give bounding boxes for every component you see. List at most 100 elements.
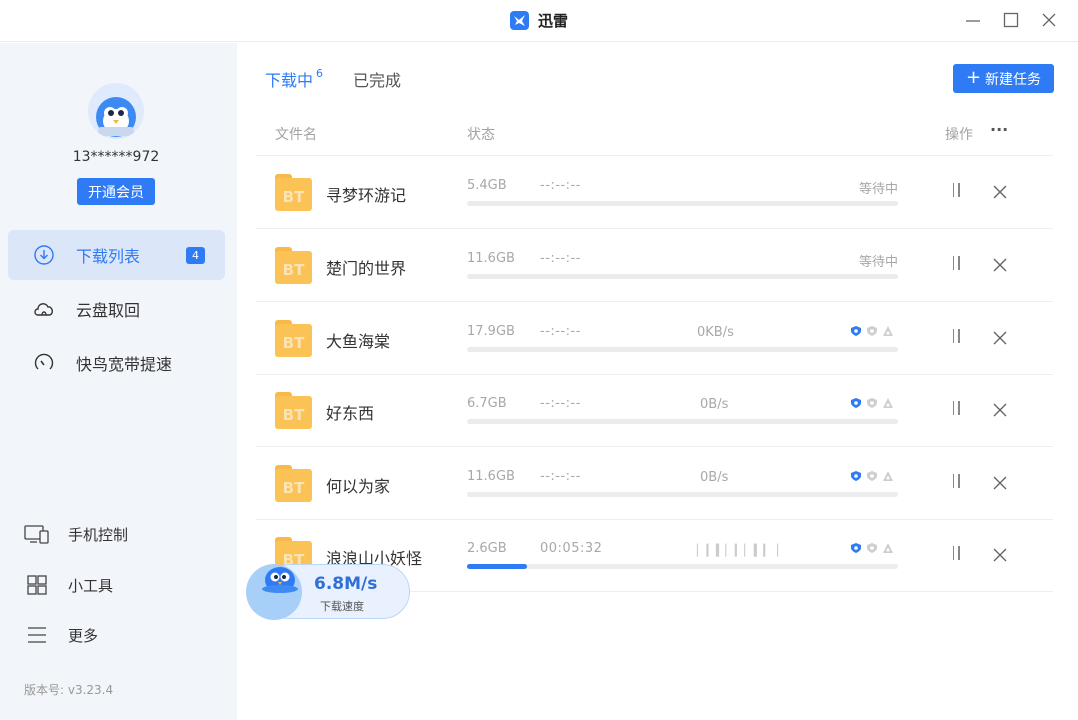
file-name: 楚门的世界 (326, 259, 407, 278)
bt-folder-icon: BT (275, 465, 312, 502)
pause-button[interactable] (949, 256, 963, 274)
pause-button[interactable] (949, 401, 963, 419)
vip-shield-icon (851, 471, 861, 481)
download-speed: 0B/s (700, 397, 729, 412)
pause-button[interactable] (949, 183, 963, 201)
table-row[interactable]: BT 大鱼海棠 17.9GB --:--:-- 0KB/s (256, 302, 1053, 375)
close-window-button[interactable] (1036, 8, 1062, 32)
file-size: 6.7GB (467, 396, 507, 411)
table-row[interactable]: BT 好东西 6.7GB --:--:-- 0B/s (256, 374, 1053, 447)
tab-downloading[interactable]: 下载中 6 (265, 67, 323, 91)
sidebar-item-cloud-retrieve[interactable]: 云盘取回 (8, 284, 225, 334)
acceleration-badges (850, 470, 894, 482)
remaining-time: --:--:-- (540, 178, 581, 193)
delete-task-button[interactable] (991, 401, 1009, 419)
table-row[interactable]: BT 何以为家 11.6GB --:--:-- 0B/s (256, 447, 1053, 520)
version-label: 版本号: v3.23.4 (24, 683, 114, 697)
sidebar-item-broadband-boost[interactable]: 快鸟宽带提速 (8, 338, 225, 388)
new-task-label: 新建任务 (985, 71, 1042, 88)
more-options-button[interactable]: ··· (990, 120, 1008, 139)
acceleration-badges (850, 542, 894, 554)
shield-icon (867, 543, 877, 553)
progress-bar (467, 347, 898, 352)
bt-folder-icon: BT (275, 320, 312, 357)
file-name: 何以为家 (326, 477, 391, 496)
boost-icon (883, 543, 893, 553)
remaining-time: --:--:-- (540, 324, 581, 339)
devices-icon (24, 522, 50, 546)
pause-button[interactable] (949, 329, 963, 347)
bt-folder-icon: BT (275, 247, 312, 284)
speedometer-icon (32, 351, 56, 375)
sidebar-item-tools[interactable]: 小工具 (24, 573, 113, 597)
shield-icon (867, 398, 877, 408)
remaining-time: 00:05:32 (540, 541, 603, 556)
task-state: 等待中 (858, 255, 898, 270)
shield-icon (867, 326, 877, 336)
download-speed: 0KB/s (697, 325, 734, 340)
grid-icon (24, 573, 50, 597)
menu-icon (24, 623, 50, 647)
task-state: 等待中 (858, 182, 898, 197)
speed-widget[interactable]: 6.8M/s 下载速度 (246, 560, 410, 620)
download-speed-label: 下载速度 (320, 600, 364, 613)
progress-fill (467, 564, 528, 569)
thunder-logo-icon (510, 10, 529, 30)
sidebar-item-phone-control[interactable]: 手机控制 (24, 522, 128, 546)
file-size: 11.6GB (467, 469, 515, 484)
progress-bar (467, 492, 898, 497)
bt-folder-icon: BT (275, 174, 312, 211)
acceleration-badges (850, 325, 894, 337)
vip-shield-icon (851, 398, 861, 408)
delete-task-button[interactable] (991, 256, 1009, 274)
download-speed-value: 6.8M/s (314, 574, 378, 594)
bt-folder-icon: BT (275, 392, 312, 429)
remaining-time: --:--:-- (540, 396, 581, 411)
remaining-time: --:--:-- (540, 469, 581, 484)
column-header-actions: 操作 (945, 127, 973, 143)
new-task-button[interactable]: + 新建任务 (953, 64, 1054, 93)
minimize-button[interactable] (960, 8, 986, 32)
account-number: 13******972 (72, 149, 160, 165)
sidebar-item-label: 小工具 (68, 576, 114, 595)
delete-task-button[interactable] (991, 474, 1009, 492)
column-header-status: 状态 (467, 127, 495, 143)
tab-completed[interactable]: 已完成 (353, 67, 401, 91)
vip-shield-icon (851, 543, 861, 553)
progress-bar (467, 419, 898, 424)
cloud-icon (32, 297, 56, 321)
download-speed: 0B/s (700, 470, 729, 485)
downloading-count: 6 (316, 66, 324, 80)
avatar[interactable] (88, 83, 144, 139)
sidebar-item-download-list[interactable]: 下载列表 4 (8, 230, 225, 280)
sidebar-item-label: 云盘取回 (76, 301, 141, 320)
delete-task-button[interactable] (991, 183, 1009, 201)
boost-icon (883, 326, 893, 336)
sidebar-item-label: 手机控制 (68, 525, 129, 544)
file-size: 5.4GB (467, 178, 507, 193)
download-count-badge: 4 (186, 246, 205, 264)
mascot-bird-icon (262, 567, 298, 593)
speed-graph: ▏▎▍▏▎▏▍▎ ▏ (697, 544, 787, 557)
app-title: 迅雷 (510, 9, 568, 31)
sidebar-item-label: 更多 (68, 626, 99, 645)
tab-label: 下载中 (265, 71, 314, 90)
pause-button[interactable] (949, 474, 963, 492)
open-vip-button[interactable]: 开通会员 (77, 178, 155, 205)
remaining-time: --:--:-- (540, 251, 581, 266)
progress-bar (467, 564, 898, 569)
progress-bar (467, 274, 898, 279)
sidebar-item-more[interactable]: 更多 (24, 623, 98, 647)
table-row[interactable]: BT 楚门的世界 11.6GB --:--:-- 等待中 (256, 229, 1053, 302)
plus-icon: + (965, 66, 982, 88)
file-size: 11.6GB (467, 251, 515, 266)
delete-task-button[interactable] (991, 329, 1009, 347)
title-bar: 迅雷 (0, 0, 1078, 42)
maximize-button[interactable] (998, 8, 1024, 32)
pause-button[interactable] (949, 546, 963, 564)
table-row[interactable]: BT 寻梦环游记 5.4GB --:--:-- 等待中 (256, 156, 1053, 229)
column-header-filename: 文件名 (275, 127, 317, 143)
acceleration-badges (850, 397, 894, 409)
delete-task-button[interactable] (991, 546, 1009, 564)
sidebar-item-label: 下载列表 (76, 247, 141, 266)
